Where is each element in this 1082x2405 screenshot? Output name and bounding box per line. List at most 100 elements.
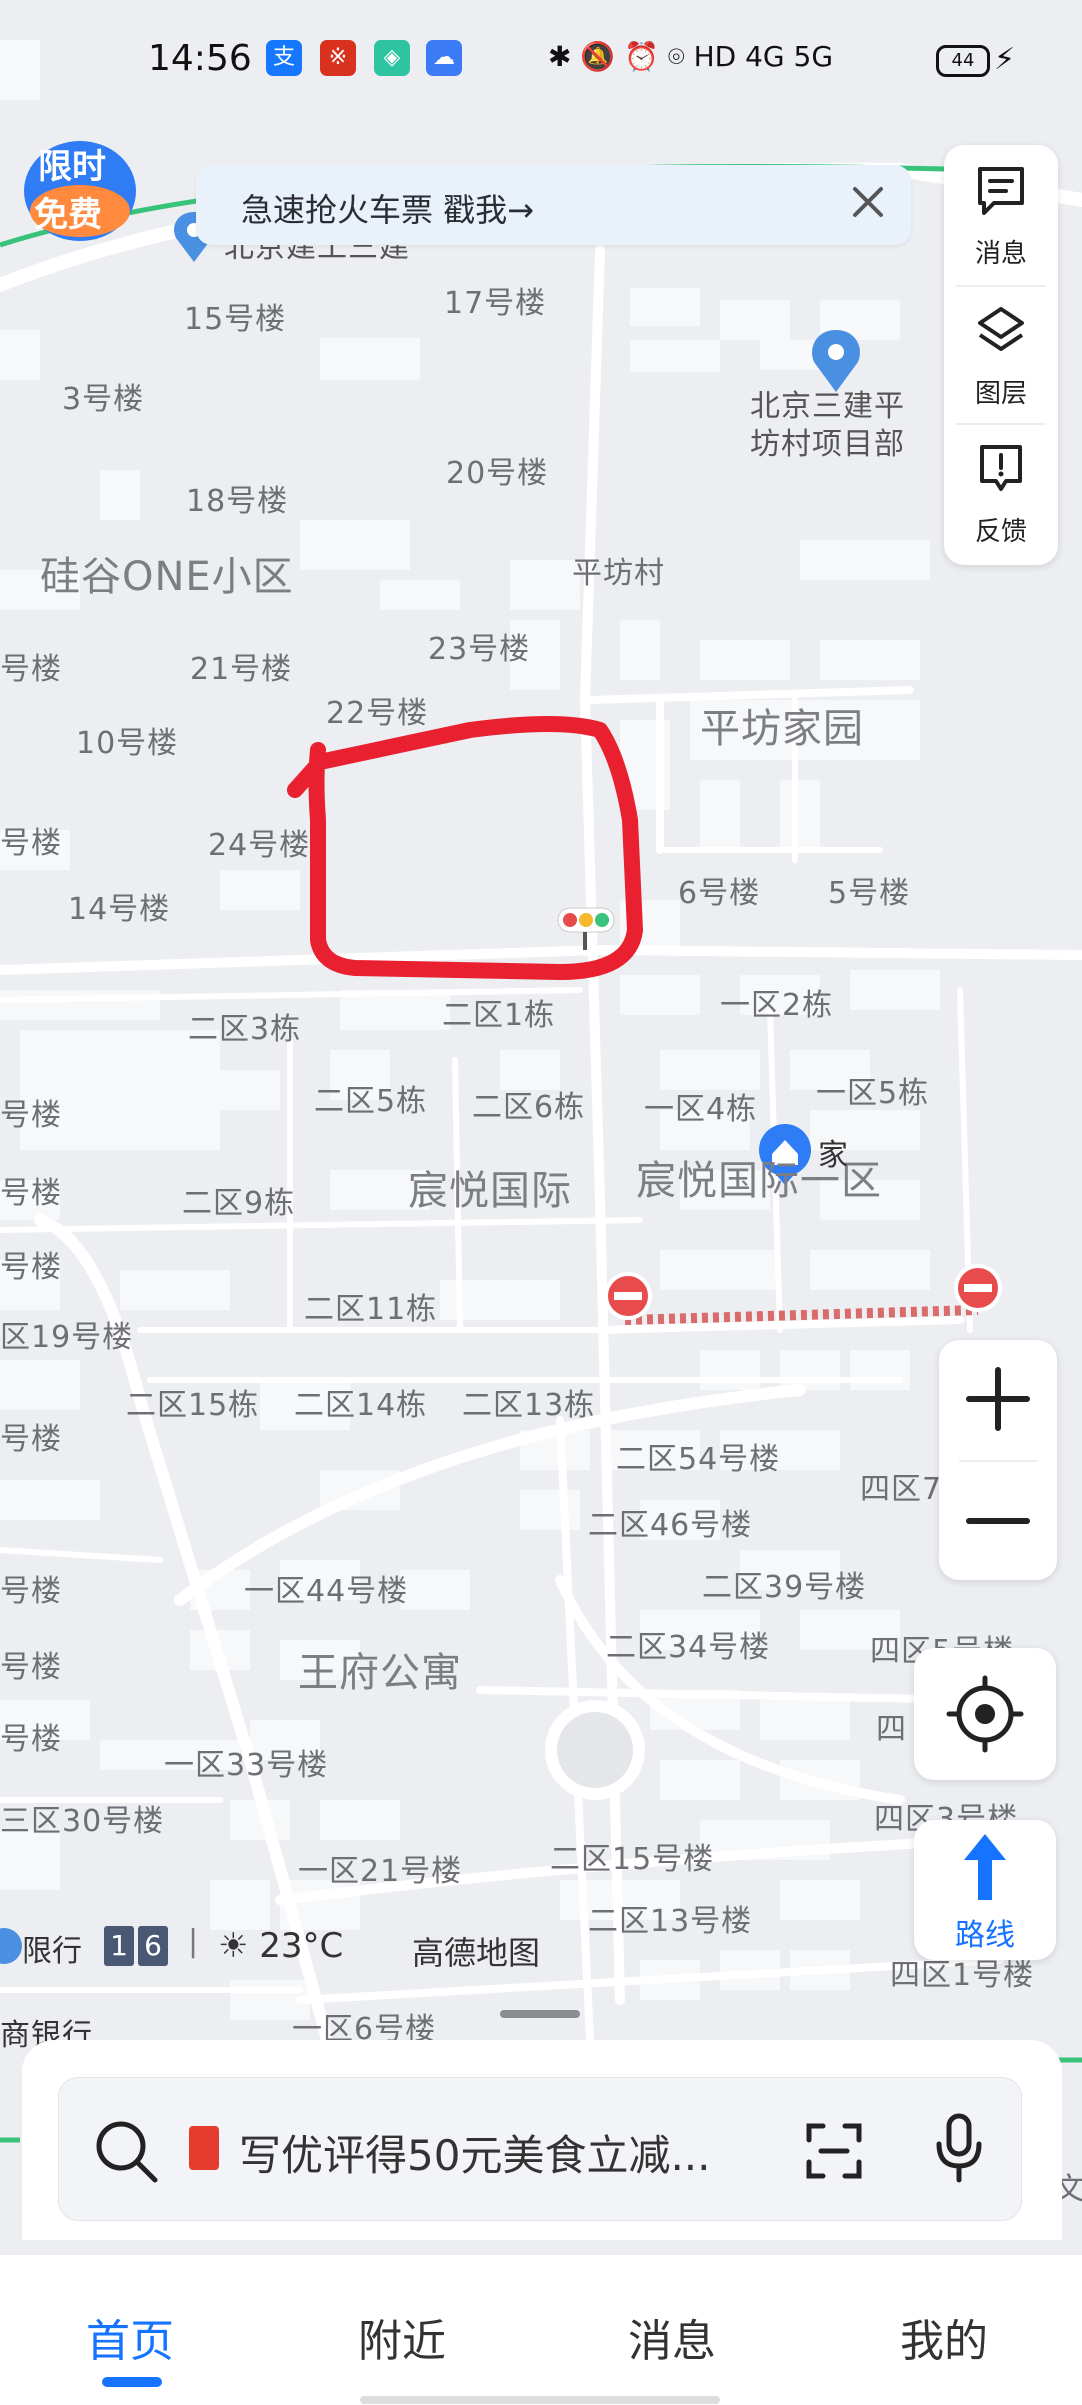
map-label: 区19号楼 xyxy=(0,1320,134,1355)
map-label: 6号楼 xyxy=(678,876,761,911)
map-label: 号楼 xyxy=(0,1574,62,1609)
alipay-icon: 支 xyxy=(266,40,302,76)
map-label: 5号楼 xyxy=(828,876,911,911)
zoom-in-button[interactable] xyxy=(939,1340,1057,1458)
map-label: 二区39号楼 xyxy=(702,1570,867,1605)
poi-pin-icon xyxy=(0,1928,22,1964)
map-label: 四区7 xyxy=(860,1472,943,1507)
map-label: 二区13栋 xyxy=(462,1388,596,1423)
map-label: 号楼 xyxy=(0,1176,62,1211)
restriction-number: 6 xyxy=(138,1926,168,1966)
status-bar: 14:56 支 ※ ◈ ☁ ✱ 🔕 ⏰ ⌾ HD 4G 5G 44 ⚡ xyxy=(0,0,1082,120)
home-label[interactable]: 家 xyxy=(818,1130,849,1174)
map-label: 四 xyxy=(876,1712,907,1747)
area-label: 平坊家园 xyxy=(700,706,864,752)
map-label: 14号楼 xyxy=(68,892,171,927)
feedback-icon xyxy=(980,445,1022,491)
restriction-number: 1 xyxy=(104,1926,134,1966)
map-label: 二区1栋 xyxy=(442,998,556,1033)
tab-nearby[interactable]: 附近 xyxy=(358,2305,446,2369)
map-label: 一区5栋 xyxy=(816,1076,930,1111)
red-packet-icon xyxy=(189,2126,219,2170)
area-label: 宸悦国际 xyxy=(408,1168,572,1214)
feedback-button[interactable]: 反馈 xyxy=(944,423,1058,553)
tab-bar: 首页 附近 消息 我的 xyxy=(0,2255,1082,2405)
no-entry-icon[interactable] xyxy=(604,1272,652,1320)
message-icon xyxy=(978,167,1024,215)
feedback-label: 反馈 xyxy=(974,517,1027,547)
separator: | xyxy=(188,1924,199,1959)
map-label: 二区5栋 xyxy=(314,1084,428,1119)
map-label: 号楼 xyxy=(0,652,62,687)
layers-button[interactable]: 图层 xyxy=(944,285,1058,415)
scan-icon[interactable] xyxy=(799,2116,869,2186)
search-input[interactable]: 写优评得50元美食立减... xyxy=(239,2122,711,2183)
app-green-icon: ◈ xyxy=(374,40,410,76)
messages-label: 消息 xyxy=(974,239,1027,269)
tab-indicator xyxy=(102,2377,162,2387)
map-label: 17号楼 xyxy=(444,286,547,321)
weather-label[interactable]: ☀ 23°C xyxy=(218,1926,343,1966)
map-label: 二区14栋 xyxy=(294,1388,428,1423)
zoom-out-button[interactable] xyxy=(939,1462,1057,1580)
map-label: 23号楼 xyxy=(428,632,531,667)
map-label: 24号楼 xyxy=(208,828,311,863)
status-time: 14:56 xyxy=(148,38,252,79)
area-label: 硅谷ONE小区 xyxy=(40,554,294,600)
locate-icon xyxy=(946,1675,1024,1753)
map-label: 20号楼 xyxy=(446,456,549,491)
map-label: 一区21号楼 xyxy=(298,1854,463,1889)
area-label: 平坊村 xyxy=(572,556,665,591)
sheet-handle[interactable] xyxy=(500,2010,580,2018)
poi-label[interactable]: 北京三建平 坊村项目部 xyxy=(750,388,905,464)
banner-text[interactable]: 急速抢火车票 戳我→ xyxy=(241,185,534,231)
promo-banner[interactable]: 急速抢火车票 戳我→ xyxy=(196,165,911,245)
tab-mine[interactable]: 我的 xyxy=(900,2305,988,2369)
map-label: 10号楼 xyxy=(76,726,179,761)
map-label: 号楼 xyxy=(0,1722,62,1757)
map-label: 号楼 xyxy=(0,1098,62,1133)
messages-button[interactable]: 消息 xyxy=(944,145,1058,275)
status-indicators: ✱ 🔕 ⏰ ⌾ HD 4G 5G xyxy=(548,40,834,73)
map-label: 15号楼 xyxy=(184,302,287,337)
microphone-icon[interactable] xyxy=(929,2110,989,2190)
route-button[interactable]: 路线 xyxy=(914,1820,1056,1960)
map-label: 二区6栋 xyxy=(472,1090,586,1125)
map-label: 二区34号楼 xyxy=(606,1630,771,1665)
info-row: 限行 1 6 | ☀ 23°C 高德地图 xyxy=(0,1920,700,1980)
tab-messages[interactable]: 消息 xyxy=(628,2305,716,2369)
map-label: 号楼 xyxy=(0,1422,62,1457)
map-label: 三区30号楼 xyxy=(0,1804,165,1839)
home-indicator[interactable] xyxy=(360,2396,720,2404)
map-label: 18号楼 xyxy=(186,484,289,519)
app-blue-icon: ☁ xyxy=(426,40,462,76)
charging-icon: ⚡ xyxy=(994,42,1016,77)
map-label: 号楼 xyxy=(0,1650,62,1685)
map-label: 二区9栋 xyxy=(182,1186,296,1221)
limited-free-badge[interactable]: 限时 免费 xyxy=(20,135,140,245)
map-label: 二区15栋 xyxy=(126,1388,260,1423)
layers-label: 图层 xyxy=(974,379,1027,409)
map-side-panel: 消息 图层 反馈 xyxy=(944,145,1058,565)
battery-icon: 44 xyxy=(936,45,990,77)
map-label: 号楼 xyxy=(0,826,62,861)
map-label: 二区11栋 xyxy=(304,1292,438,1327)
map-label: 21号楼 xyxy=(190,652,293,687)
map-label: 22号楼 xyxy=(326,696,429,731)
app-red-icon: ※ xyxy=(320,40,356,76)
minus-icon xyxy=(966,1518,1030,1524)
map-label: 一区2栋 xyxy=(720,988,834,1023)
amap-logo: 高德地图 xyxy=(412,1934,541,1972)
map-label: 二区3栋 xyxy=(188,1012,302,1047)
plus-icon xyxy=(966,1367,1030,1431)
locate-button[interactable] xyxy=(914,1648,1056,1780)
map-label: 3号楼 xyxy=(62,382,145,417)
badge-line1: 限时 xyxy=(38,147,106,187)
map-label: 二区15号楼 xyxy=(550,1842,715,1877)
traffic-restriction-label[interactable]: 限行 xyxy=(22,1926,82,1970)
close-icon[interactable] xyxy=(843,177,893,227)
map-label: 一区33号楼 xyxy=(164,1748,329,1783)
tab-home[interactable]: 首页 xyxy=(86,2305,174,2369)
no-entry-icon[interactable] xyxy=(954,1264,1002,1312)
search-bar[interactable]: 写优评得50元美食立减... xyxy=(58,2077,1022,2221)
